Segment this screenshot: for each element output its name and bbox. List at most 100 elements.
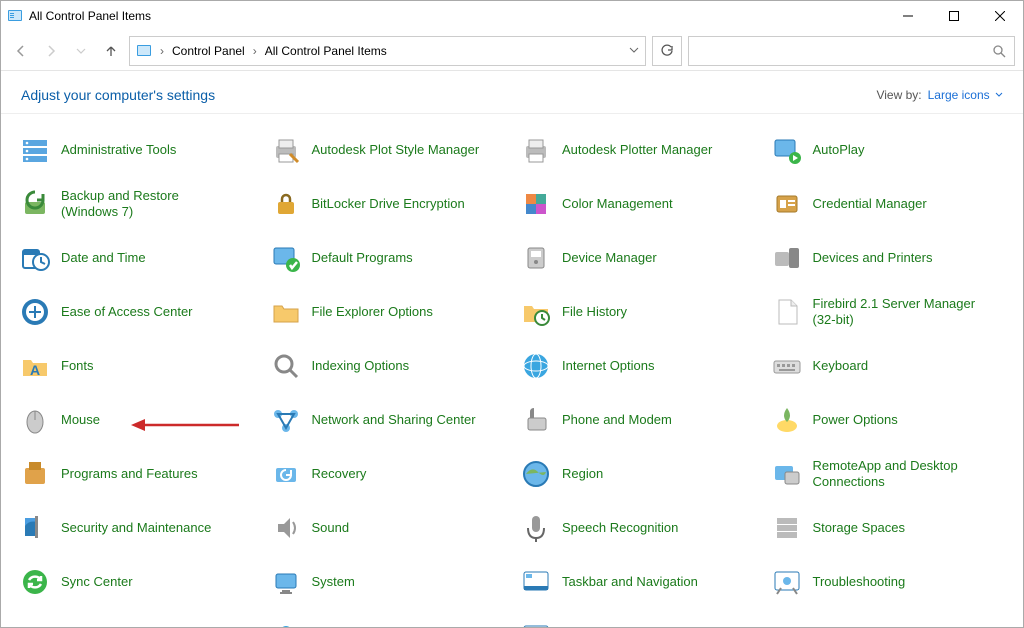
cp-item-speech[interactable]: Speech Recognition [516, 506, 763, 550]
default-prog-icon [270, 242, 302, 274]
cp-item-credential[interactable]: Credential Manager [767, 182, 1014, 226]
device-mgr-icon [520, 242, 552, 274]
admin-icon [19, 134, 51, 166]
item-label: Sound [312, 520, 350, 536]
power-icon [771, 404, 803, 436]
cp-item-power[interactable]: Power Options [767, 398, 1014, 442]
cp-item-mobility[interactable]: Windows Mobility Center [516, 614, 763, 627]
item-label: Security and Maintenance [61, 520, 211, 536]
item-label: Region [562, 466, 603, 482]
cp-item-internet[interactable]: Internet Options [516, 344, 763, 388]
cp-item-storage[interactable]: Storage Spaces [767, 506, 1014, 550]
view-by-label: View by: [876, 88, 921, 102]
item-label: Date and Time [61, 250, 146, 266]
callout-arrow [129, 416, 239, 434]
cp-item-keyboard[interactable]: Keyboard [767, 344, 1014, 388]
refresh-button[interactable] [652, 36, 682, 66]
item-label: File History [562, 304, 627, 320]
cp-item-sync[interactable]: Sync Center [15, 560, 262, 604]
cp-item-autoplay[interactable]: AutoPlay [767, 128, 1014, 172]
view-by-value[interactable]: Large icons [928, 88, 1003, 102]
svg-text:A: A [30, 362, 40, 378]
cp-item-admin[interactable]: Administrative Tools [15, 128, 262, 172]
devices-icon [771, 242, 803, 274]
remoteapp-icon [771, 458, 803, 490]
breadcrumb-separator: › [251, 44, 259, 58]
cp-item-mouse[interactable]: Mouse [15, 398, 262, 442]
cp-item-indexing[interactable]: Indexing Options [266, 344, 513, 388]
taskbar-icon [520, 566, 552, 598]
item-label: Administrative Tools [61, 142, 176, 158]
work-folders-icon [771, 620, 803, 627]
cp-item-backup[interactable]: Backup and Restore (Windows 7) [15, 182, 262, 226]
cp-item-troubleshoot[interactable]: Troubleshooting [767, 560, 1014, 604]
cp-item-color[interactable]: Color Management [516, 182, 763, 226]
minimize-button[interactable] [885, 1, 931, 31]
cp-item-recovery[interactable]: Recovery [266, 452, 513, 496]
control-panel-icon [7, 8, 23, 24]
item-label: Troubleshooting [813, 574, 906, 590]
item-label: Device Manager [562, 250, 657, 266]
cp-item-folder-opt[interactable]: File Explorer Options [266, 290, 513, 334]
cp-item-file-history[interactable]: File History [516, 290, 763, 334]
cp-item-printer[interactable]: Autodesk Plotter Manager [516, 128, 763, 172]
cp-item-device-mgr[interactable]: Device Manager [516, 236, 763, 280]
cp-item-devices[interactable]: Devices and Printers [767, 236, 1014, 280]
sound-icon [270, 512, 302, 544]
address-dropdown[interactable] [629, 44, 639, 58]
titlebar: All Control Panel Items [1, 1, 1023, 31]
cp-item-default-prog[interactable]: Default Programs [266, 236, 513, 280]
cp-item-file[interactable]: Firebird 2.1 Server Manager (32-bit) [767, 290, 1014, 334]
backup-icon [19, 188, 51, 220]
cp-item-printer-pen[interactable]: Autodesk Plot Style Manager [266, 128, 513, 172]
folder-opt-icon [270, 296, 302, 328]
mouse-icon [19, 404, 51, 436]
item-label: Firebird 2.1 Server Manager (32-bit) [813, 296, 983, 327]
breadcrumb-control-panel[interactable]: Control Panel [172, 44, 245, 58]
mobility-icon [520, 620, 552, 627]
back-button[interactable] [9, 39, 33, 63]
bitlocker-icon [270, 188, 302, 220]
item-label: Keyboard [813, 358, 869, 374]
cp-item-datetime[interactable]: Date and Time [15, 236, 262, 280]
cp-item-firewall[interactable]: Windows Defender Firewall [266, 614, 513, 627]
cp-item-remoteapp[interactable]: RemoteApp and Desktop Connections [767, 452, 1014, 496]
breadcrumb-all-items[interactable]: All Control Panel Items [265, 44, 387, 58]
cp-item-system[interactable]: System [266, 560, 513, 604]
printer-icon [520, 134, 552, 166]
cp-item-bitlocker[interactable]: BitLocker Drive Encryption [266, 182, 513, 226]
cp-item-programs[interactable]: Programs and Features [15, 452, 262, 496]
maximize-button[interactable] [931, 1, 977, 31]
cp-item-network[interactable]: Network and Sharing Center [266, 398, 513, 442]
forward-button[interactable] [39, 39, 63, 63]
cp-item-work-folders[interactable]: Work Folders [767, 614, 1014, 627]
cp-item-security[interactable]: Security and Maintenance [15, 506, 262, 550]
address-bar[interactable]: › Control Panel › All Control Panel Item… [129, 36, 646, 66]
indexing-icon [270, 350, 302, 382]
cp-item-taskbar[interactable]: Taskbar and Navigation [516, 560, 763, 604]
recent-locations-button[interactable] [69, 39, 93, 63]
network-icon [270, 404, 302, 436]
close-button[interactable] [977, 1, 1023, 31]
item-label: Backup and Restore (Windows 7) [61, 188, 231, 219]
programs-icon [19, 458, 51, 490]
keyboard-icon [771, 350, 803, 382]
item-label: Credential Manager [813, 196, 927, 212]
region-icon [520, 458, 552, 490]
view-by: View by: Large icons [876, 88, 1003, 102]
cp-item-users[interactable]: User Accounts [15, 614, 262, 627]
search-box[interactable] [688, 36, 1015, 66]
cp-item-phone[interactable]: Phone and Modem [516, 398, 763, 442]
fonts-icon: A [19, 350, 51, 382]
item-label: Storage Spaces [813, 520, 906, 536]
cp-item-sound[interactable]: Sound [266, 506, 513, 550]
up-button[interactable] [99, 39, 123, 63]
firewall-icon [270, 620, 302, 627]
cp-item-ease[interactable]: Ease of Access Center [15, 290, 262, 334]
item-label: Speech Recognition [562, 520, 678, 536]
item-label: File Explorer Options [312, 304, 433, 320]
breadcrumb-separator: › [158, 44, 166, 58]
item-label: Indexing Options [312, 358, 410, 374]
cp-item-fonts[interactable]: AFonts [15, 344, 262, 388]
cp-item-region[interactable]: Region [516, 452, 763, 496]
